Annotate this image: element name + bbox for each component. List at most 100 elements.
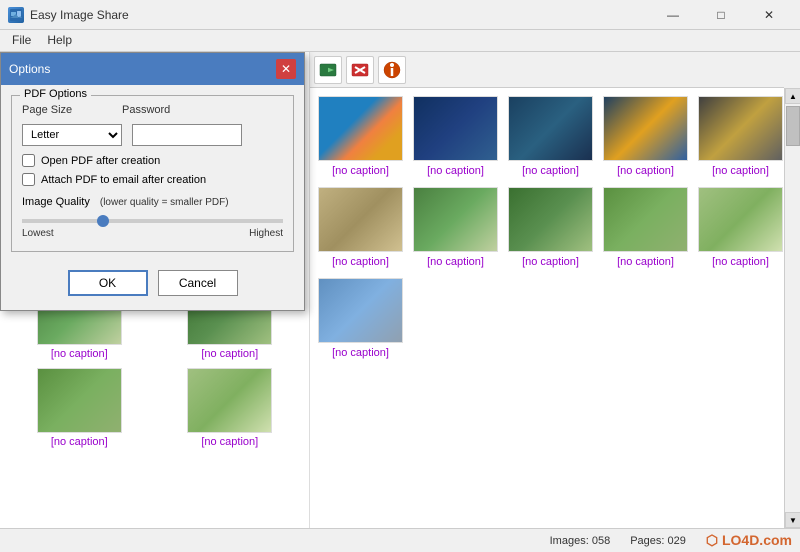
image-caption: [no caption] — [332, 347, 389, 359]
help-button[interactable] — [378, 56, 406, 84]
title-bar: Easy Image Share — □ ✕ — [0, 0, 800, 30]
thumbnail[interactable] — [318, 278, 403, 343]
minimize-button[interactable]: — — [650, 0, 696, 30]
thumbnail[interactable] — [508, 187, 593, 252]
dialog-title-bar: Options ✕ — [1, 53, 304, 85]
maximize-button[interactable]: □ — [698, 0, 744, 30]
delete-button[interactable] — [346, 56, 374, 84]
thumbnail[interactable] — [508, 96, 593, 161]
thumbnail[interactable] — [413, 96, 498, 161]
list-item: [no caption] — [413, 96, 498, 177]
quality-section: Image Quality (lower quality = smaller P… — [22, 192, 283, 243]
image-caption: [no caption] — [712, 256, 769, 268]
dialog-title: Options — [9, 62, 50, 76]
list-item: [no caption] — [318, 96, 403, 177]
image-caption: [no caption] — [427, 165, 484, 177]
list-item: [no caption] — [698, 187, 783, 268]
quality-label: Image Quality — [22, 196, 90, 208]
list-item: [no caption] — [603, 96, 688, 177]
app-window: Easy Image Share — □ ✕ File Help [no cap… — [0, 0, 800, 552]
quality-label-row: Image Quality (lower quality = smaller P… — [22, 196, 283, 208]
password-input[interactable] — [132, 124, 242, 146]
quality-highest-label: Highest — [249, 228, 283, 239]
share-button[interactable] — [314, 56, 342, 84]
open-pdf-checkbox-row: Open PDF after creation — [22, 154, 283, 167]
controls-row: Letter A4 A3 Legal — [22, 124, 283, 146]
dialog-close-button[interactable]: ✕ — [276, 59, 296, 79]
list-item: [no caption] — [8, 368, 151, 448]
app-title: Easy Image Share — [30, 8, 129, 22]
list-item: [no caption] — [603, 187, 688, 268]
page-size-select[interactable]: Letter A4 A3 Legal — [22, 124, 122, 146]
dialog-buttons: OK Cancel — [11, 262, 294, 300]
ok-button[interactable]: OK — [68, 270, 148, 296]
slider-labels: Lowest Highest — [22, 228, 283, 239]
thumbnail[interactable] — [318, 187, 403, 252]
status-images: Images: 058 — [550, 535, 611, 547]
quality-lowest-label: Lowest — [22, 228, 54, 239]
thumbnail[interactable] — [698, 187, 783, 252]
thumbnail[interactable] — [603, 187, 688, 252]
images-value: 058 — [592, 535, 610, 547]
app-icon — [8, 7, 24, 23]
image-caption: [no caption] — [617, 256, 674, 268]
thumbnail[interactable] — [698, 96, 783, 161]
pages-value: 029 — [668, 535, 686, 547]
image-caption: [no caption] — [617, 165, 674, 177]
thumbnail[interactable] — [603, 96, 688, 161]
image-caption: [no caption] — [201, 436, 258, 448]
quality-note: (lower quality = smaller PDF) — [100, 197, 229, 208]
status-pages: Pages: 029 — [630, 535, 686, 547]
close-button[interactable]: ✕ — [746, 0, 792, 30]
scrollbar[interactable]: ▲ ▼ — [784, 88, 800, 528]
cancel-button[interactable]: Cancel — [158, 270, 238, 296]
pdf-options-group: PDF Options Page Size Password Letter A4… — [11, 95, 294, 252]
quality-slider[interactable] — [22, 219, 283, 223]
password-label: Password — [122, 104, 182, 116]
scroll-thumb[interactable] — [786, 106, 800, 146]
scroll-down-button[interactable]: ▼ — [785, 512, 800, 528]
thumbnail — [187, 368, 272, 433]
image-caption: [no caption] — [522, 165, 579, 177]
images-label: Images: — [550, 535, 589, 547]
status-bar: Images: 058 Pages: 029 ⬡ LO4D.com — [0, 528, 800, 552]
attach-pdf-checkbox-row: Attach PDF to email after creation — [22, 173, 283, 186]
thumbnail[interactable] — [413, 187, 498, 252]
watermark-logo: ⬡ LO4D.com — [706, 532, 792, 549]
page-size-row: Page Size Password — [22, 104, 283, 116]
list-item: [no caption] — [159, 368, 302, 448]
content-area: [no caption] [no caption] [no caption] [… — [0, 52, 800, 528]
list-item: [no caption] — [508, 187, 593, 268]
open-pdf-label[interactable]: Open PDF after creation — [41, 155, 160, 167]
image-caption: [no caption] — [51, 436, 108, 448]
page-size-label: Page Size — [22, 104, 82, 116]
image-caption: [no caption] — [332, 256, 389, 268]
pages-label: Pages: — [630, 535, 664, 547]
thumbnail — [37, 368, 122, 433]
list-item: [no caption] — [318, 187, 403, 268]
menu-help[interactable]: Help — [39, 30, 80, 51]
list-item: [no caption] — [698, 96, 783, 177]
attach-pdf-label[interactable]: Attach PDF to email after creation — [41, 174, 206, 186]
group-label: PDF Options — [20, 88, 91, 100]
options-dialog: Options ✕ PDF Options Page Size Password… — [0, 52, 305, 311]
list-item: [no caption] — [413, 187, 498, 268]
thumbnail[interactable] — [318, 96, 403, 161]
image-grid-container[interactable]: [no caption] [no caption] [no caption] [… — [310, 88, 784, 528]
image-grid: [no caption] [no caption] [no caption] [… — [318, 96, 776, 359]
image-caption: [no caption] — [201, 348, 258, 360]
menu-bar: File Help — [0, 30, 800, 52]
list-item: [no caption] — [508, 96, 593, 177]
title-bar-controls: — □ ✕ — [650, 0, 792, 30]
scroll-up-button[interactable]: ▲ — [785, 88, 800, 104]
attach-pdf-checkbox[interactable] — [22, 173, 35, 186]
list-item: [no caption] — [318, 278, 403, 359]
title-bar-left: Easy Image Share — [8, 7, 129, 23]
dialog-body: PDF Options Page Size Password Letter A4… — [1, 85, 304, 310]
image-caption: [no caption] — [712, 165, 769, 177]
image-caption: [no caption] — [427, 256, 484, 268]
image-caption: [no caption] — [332, 165, 389, 177]
menu-file[interactable]: File — [4, 30, 39, 51]
image-caption: [no caption] — [522, 256, 579, 268]
open-pdf-checkbox[interactable] — [22, 154, 35, 167]
